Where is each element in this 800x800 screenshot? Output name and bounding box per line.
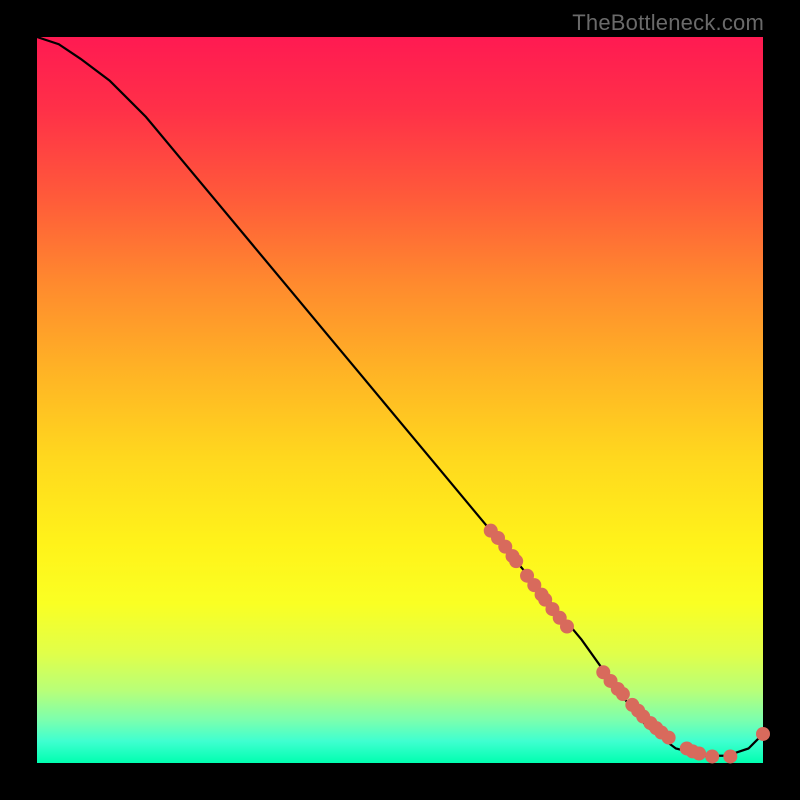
data-point xyxy=(616,687,630,701)
watermark-text: TheBottleneck.com xyxy=(572,10,764,36)
data-point xyxy=(560,620,574,634)
curve-line xyxy=(37,37,763,756)
chart-container: TheBottleneck.com xyxy=(0,0,800,800)
data-point xyxy=(509,554,523,568)
data-point xyxy=(756,727,770,741)
data-point xyxy=(705,749,719,763)
data-point xyxy=(723,749,737,763)
data-point xyxy=(662,731,676,745)
data-point xyxy=(692,747,706,761)
chart-svg xyxy=(37,37,763,763)
marker-group xyxy=(484,524,770,764)
